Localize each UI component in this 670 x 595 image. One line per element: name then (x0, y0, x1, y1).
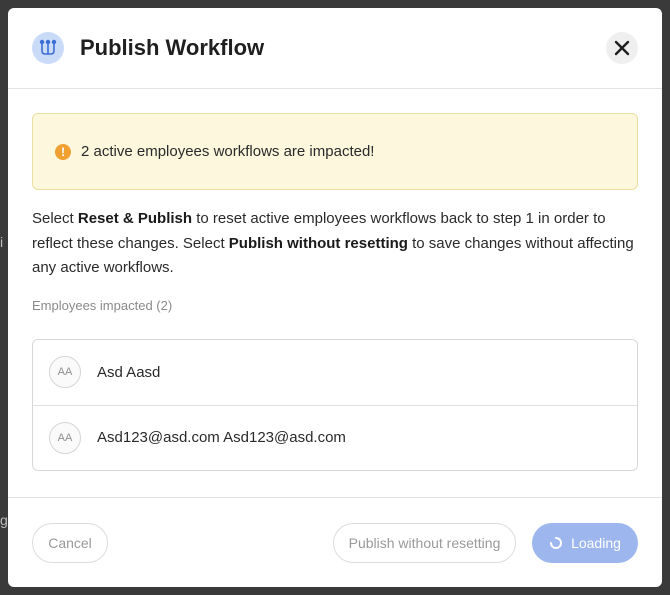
publish-workflow-modal: Publish Workflow ! 2 active employees wo… (8, 8, 662, 587)
backdrop-text-fragment: g (0, 512, 8, 528)
close-icon (614, 40, 630, 56)
modal-footer: Cancel Publish without resetting Loading (8, 497, 662, 587)
publish-without-resetting-button[interactable]: Publish without resetting (333, 522, 516, 563)
employees-impacted-label: Employees impacted (2) (32, 297, 173, 313)
cancel-button[interactable]: Cancel (32, 522, 108, 563)
employee-name: Asd123@asd.com Asd123@asd.com (97, 429, 346, 446)
reset-publish-emphasis: Reset & Publish (77, 210, 193, 227)
warning-alert: ! 2 active employees workflows are impac… (32, 113, 638, 190)
modal-body: ! 2 active employees workflows are impac… (8, 89, 662, 471)
description-part: Select (32, 210, 78, 227)
workflow-icon (32, 32, 64, 64)
backdrop-text-fragment: i (0, 234, 4, 250)
modal-header: Publish Workflow (8, 8, 662, 89)
employee-list: AA Asd Aasd AA Asd123@asd.com Asd123@asd… (32, 338, 638, 471)
exclamation-icon: ! (55, 143, 71, 160)
list-item: AA Asd123@asd.com Asd123@asd.com (33, 404, 637, 470)
reset-publish-button-label: Loading (571, 534, 621, 551)
close-button[interactable] (606, 32, 638, 64)
avatar: AA (49, 356, 81, 388)
description-text: Select Reset & Publish to reset active e… (32, 207, 638, 281)
publish-without-resetting-emphasis: Publish without resetting (228, 234, 408, 252)
modal-title: Publish Workflow (80, 35, 265, 60)
alert-text: 2 active employees workflows are impacte… (81, 143, 375, 160)
spinner-icon (550, 536, 563, 549)
list-item: AA Asd Aasd (33, 340, 637, 405)
avatar: AA (49, 421, 81, 454)
reset-publish-button[interactable]: Loading (532, 522, 638, 563)
employee-name: Asd Aasd (97, 363, 161, 381)
